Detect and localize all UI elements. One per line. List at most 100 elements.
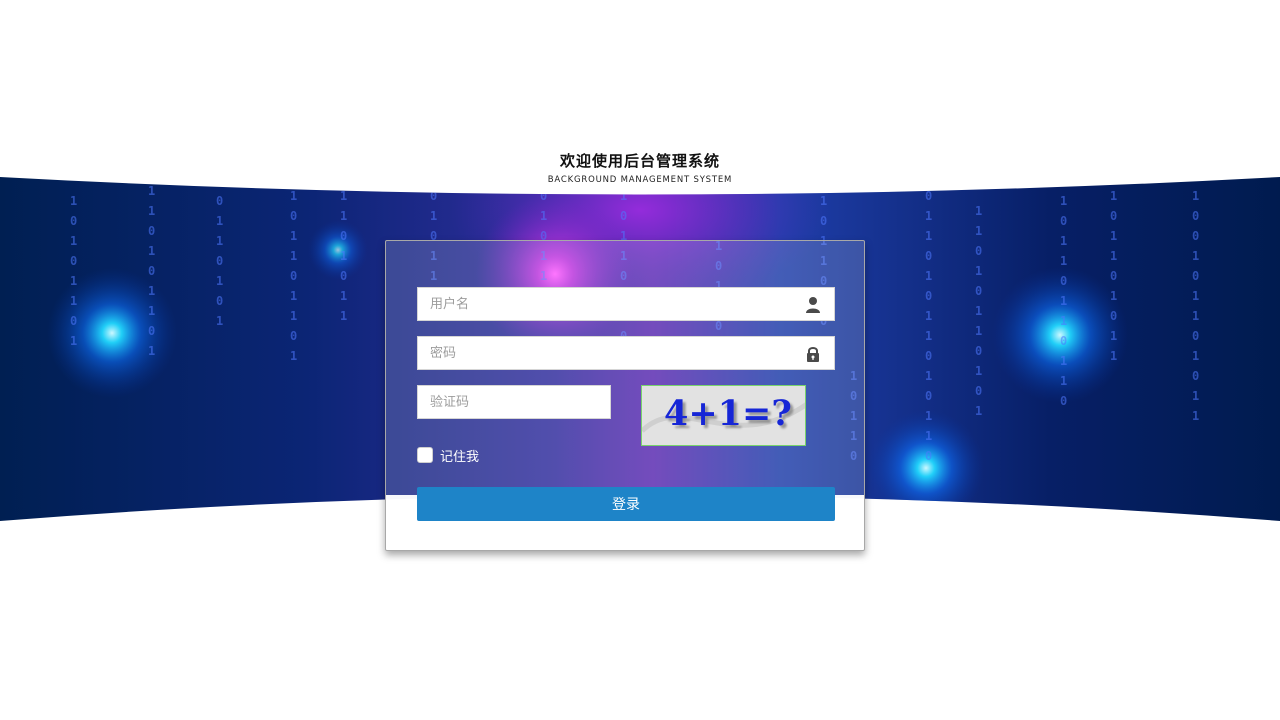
svg-text:1: 1 bbox=[340, 209, 347, 223]
svg-text:1: 1 bbox=[1110, 189, 1117, 203]
svg-text:1: 1 bbox=[148, 304, 155, 318]
password-field[interactable] bbox=[417, 336, 835, 370]
svg-text:0: 0 bbox=[70, 254, 77, 268]
svg-text:1: 1 bbox=[216, 214, 223, 228]
blue-glow-icon bbox=[47, 268, 177, 398]
svg-text:0: 0 bbox=[925, 449, 932, 463]
svg-text:1: 1 bbox=[925, 269, 932, 283]
svg-text:0: 0 bbox=[925, 289, 932, 303]
lock-icon bbox=[807, 347, 819, 362]
svg-text:0: 0 bbox=[1110, 209, 1117, 223]
svg-text:1: 1 bbox=[148, 244, 155, 258]
svg-text:0: 0 bbox=[820, 214, 827, 228]
svg-text:1: 1 bbox=[975, 404, 982, 418]
svg-text:0: 0 bbox=[1110, 309, 1117, 323]
page-header: 欢迎使用后台管理系统 BACKGROUND MANAGEMENT SYSTEM bbox=[0, 150, 1280, 188]
svg-text:0: 0 bbox=[925, 189, 932, 203]
svg-text:1: 1 bbox=[620, 189, 627, 203]
svg-text:0: 0 bbox=[620, 209, 627, 223]
svg-text:1: 1 bbox=[1192, 409, 1199, 423]
svg-text:1: 1 bbox=[216, 274, 223, 288]
svg-text:0: 0 bbox=[340, 229, 347, 243]
svg-text:1: 1 bbox=[820, 194, 827, 208]
login-card: 4+1=? 记住我 登录 bbox=[385, 240, 865, 551]
svg-text:1: 1 bbox=[216, 234, 223, 248]
svg-text:1: 1 bbox=[1060, 294, 1067, 308]
svg-text:1: 1 bbox=[1060, 354, 1067, 368]
svg-text:1: 1 bbox=[340, 249, 347, 263]
svg-text:1: 1 bbox=[1060, 314, 1067, 328]
svg-text:1: 1 bbox=[975, 224, 982, 238]
svg-text:0: 0 bbox=[70, 314, 77, 328]
svg-text:1: 1 bbox=[340, 189, 347, 203]
svg-text:0: 0 bbox=[975, 284, 982, 298]
username-input[interactable] bbox=[418, 288, 834, 320]
svg-text:0: 0 bbox=[148, 324, 155, 338]
svg-text:1: 1 bbox=[1192, 309, 1199, 323]
svg-text:1: 1 bbox=[290, 289, 297, 303]
remember-label[interactable]: 记住我 bbox=[440, 446, 479, 465]
svg-text:1: 1 bbox=[1192, 349, 1199, 363]
svg-text:0: 0 bbox=[925, 389, 932, 403]
svg-text:1: 1 bbox=[975, 264, 982, 278]
svg-text:0: 0 bbox=[1060, 274, 1067, 288]
captcha-field[interactable] bbox=[417, 385, 611, 419]
captcha-text: 4+1=? bbox=[664, 393, 792, 434]
svg-text:0: 0 bbox=[1192, 209, 1199, 223]
svg-text:1: 1 bbox=[340, 289, 347, 303]
svg-text:1: 1 bbox=[1060, 254, 1067, 268]
svg-text:1: 1 bbox=[340, 309, 347, 323]
svg-text:1: 1 bbox=[1110, 289, 1117, 303]
captcha-input[interactable] bbox=[418, 386, 610, 418]
login-page: 欢迎使用后台管理系统 BACKGROUND MANAGEMENT SYSTEM bbox=[0, 0, 1280, 720]
svg-text:0: 0 bbox=[148, 224, 155, 238]
svg-text:1: 1 bbox=[290, 189, 297, 203]
svg-text:1: 1 bbox=[1192, 189, 1199, 203]
svg-text:1: 1 bbox=[290, 249, 297, 263]
svg-text:0: 0 bbox=[975, 384, 982, 398]
svg-text:1: 1 bbox=[1060, 194, 1067, 208]
svg-text:1: 1 bbox=[540, 209, 547, 223]
svg-text:0: 0 bbox=[925, 249, 932, 263]
svg-text:0: 0 bbox=[1110, 269, 1117, 283]
svg-text:1: 1 bbox=[1110, 249, 1117, 263]
svg-text:0: 0 bbox=[1192, 369, 1199, 383]
username-field[interactable] bbox=[417, 287, 835, 321]
captcha-image[interactable]: 4+1=? bbox=[641, 385, 806, 446]
login-button[interactable]: 登录 bbox=[417, 487, 835, 521]
svg-text:1: 1 bbox=[1060, 234, 1067, 248]
svg-text:1: 1 bbox=[1192, 249, 1199, 263]
svg-text:1: 1 bbox=[70, 194, 77, 208]
svg-text:0: 0 bbox=[430, 189, 437, 203]
svg-text:1: 1 bbox=[925, 209, 932, 223]
svg-text:0: 0 bbox=[925, 349, 932, 363]
svg-text:0: 0 bbox=[975, 244, 982, 258]
remember-checkbox[interactable] bbox=[417, 447, 433, 463]
svg-text:0: 0 bbox=[148, 264, 155, 278]
svg-text:1: 1 bbox=[70, 294, 77, 308]
svg-text:1: 1 bbox=[925, 329, 932, 343]
svg-text:1: 1 bbox=[290, 229, 297, 243]
svg-text:1: 1 bbox=[290, 309, 297, 323]
svg-text:0: 0 bbox=[290, 269, 297, 283]
svg-text:1: 1 bbox=[925, 309, 932, 323]
remember-me[interactable]: 记住我 bbox=[417, 446, 479, 465]
svg-text:1: 1 bbox=[216, 314, 223, 328]
svg-text:1: 1 bbox=[975, 204, 982, 218]
password-input[interactable] bbox=[418, 337, 834, 369]
svg-text:1: 1 bbox=[148, 344, 155, 358]
svg-text:0: 0 bbox=[290, 329, 297, 343]
page-subtitle: BACKGROUND MANAGEMENT SYSTEM bbox=[547, 175, 733, 185]
svg-text:1: 1 bbox=[148, 204, 155, 218]
svg-text:0: 0 bbox=[216, 254, 223, 268]
svg-text:0: 0 bbox=[1060, 394, 1067, 408]
svg-text:0: 0 bbox=[1060, 214, 1067, 228]
user-icon bbox=[806, 297, 820, 313]
svg-text:1: 1 bbox=[70, 334, 77, 348]
svg-text:0: 0 bbox=[216, 294, 223, 308]
svg-text:1: 1 bbox=[430, 209, 437, 223]
svg-text:0: 0 bbox=[1060, 334, 1067, 348]
svg-text:1: 1 bbox=[925, 229, 932, 243]
svg-text:1: 1 bbox=[925, 369, 932, 383]
svg-text:1: 1 bbox=[1060, 374, 1067, 388]
